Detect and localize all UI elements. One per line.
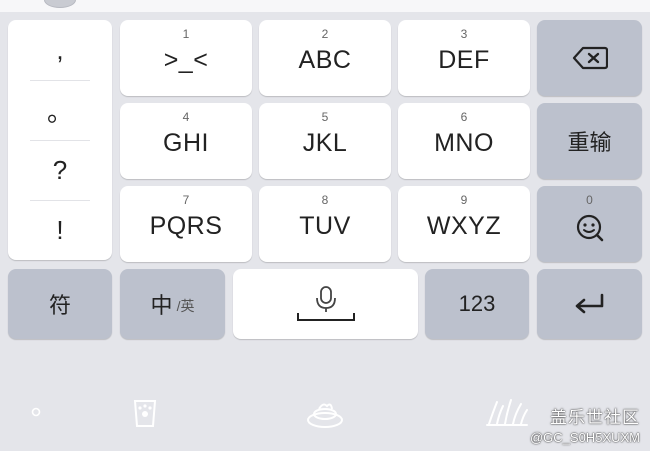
key-number: 3 xyxy=(460,27,468,41)
reenter-button[interactable]: 重输 xyxy=(537,103,642,179)
enter-button[interactable] xyxy=(537,269,642,339)
dot-icon[interactable] xyxy=(30,406,42,418)
emoji-key[interactable]: 0 xyxy=(537,186,642,262)
key-label: WXYZ xyxy=(426,212,502,240)
space-bar[interactable] xyxy=(233,269,418,339)
key-1[interactable]: 1 >_< xyxy=(120,20,252,96)
numbers-label: 123 xyxy=(458,291,496,316)
punct-period[interactable]: 。 xyxy=(8,80,112,140)
key-number: 6 xyxy=(460,110,468,124)
punct-comma[interactable]: , xyxy=(8,20,112,80)
paw-cup-icon[interactable] xyxy=(130,395,160,429)
key-number: 4 xyxy=(182,110,190,124)
language-sub-label: /英 xyxy=(176,298,195,314)
key-label: MNO xyxy=(434,129,494,157)
key-label: PQRS xyxy=(149,212,223,240)
candidate-bar xyxy=(0,0,650,12)
key-label: ABC xyxy=(298,46,352,74)
punct-exclamation[interactable]: ! xyxy=(8,200,112,260)
key-5[interactable]: 5 JKL xyxy=(259,103,391,179)
key-label: JKL xyxy=(302,129,348,157)
watermark-handle: @GC_S0H5XUXM xyxy=(529,430,640,445)
key-label: TUV xyxy=(299,212,351,240)
key-8[interactable]: 8 TUV xyxy=(259,186,391,262)
punctuation-list[interactable]: , 。 ? ! xyxy=(8,20,112,260)
enter-icon xyxy=(575,293,603,314)
key-9[interactable]: 9 WXYZ xyxy=(398,186,530,262)
emoji-search-icon xyxy=(576,214,603,242)
symbols-button[interactable]: 符 xyxy=(8,269,112,339)
key-3[interactable]: 3 DEF xyxy=(398,20,530,96)
key-2[interactable]: 2 ABC xyxy=(259,20,391,96)
watermark-title: 盖乐世社区 xyxy=(550,408,640,427)
language-main-label: 中 xyxy=(150,293,173,318)
key-number: 8 xyxy=(321,193,329,207)
key-label: GHI xyxy=(163,129,209,157)
key-number: 2 xyxy=(321,27,329,41)
key-label: >_< xyxy=(163,46,209,74)
punct-question[interactable]: ? xyxy=(8,140,112,200)
key-4[interactable]: 4 GHI xyxy=(120,103,252,179)
numbers-button[interactable]: 123 xyxy=(425,269,529,339)
key-6[interactable]: 6 MNO xyxy=(398,103,530,179)
key-number: 0 xyxy=(586,193,593,207)
key-7[interactable]: 7 PQRS xyxy=(120,186,252,262)
key-number: 5 xyxy=(321,110,329,124)
grass-icon[interactable] xyxy=(485,398,529,428)
language-toggle-button[interactable]: 中 /英 xyxy=(120,269,225,339)
watermark: 盖乐世社区 @GC_S0H5XUXM xyxy=(530,403,640,445)
microphone-icon xyxy=(296,286,355,321)
key-number: 9 xyxy=(460,193,468,207)
backspace-icon xyxy=(572,46,608,70)
reenter-label: 重输 xyxy=(567,130,612,155)
symbols-label: 符 xyxy=(48,293,71,318)
key-number: 7 xyxy=(182,193,190,207)
key-label: DEF xyxy=(438,46,490,74)
cake-icon[interactable] xyxy=(305,398,345,430)
delete-button[interactable] xyxy=(537,20,642,96)
key-number: 1 xyxy=(182,27,190,41)
